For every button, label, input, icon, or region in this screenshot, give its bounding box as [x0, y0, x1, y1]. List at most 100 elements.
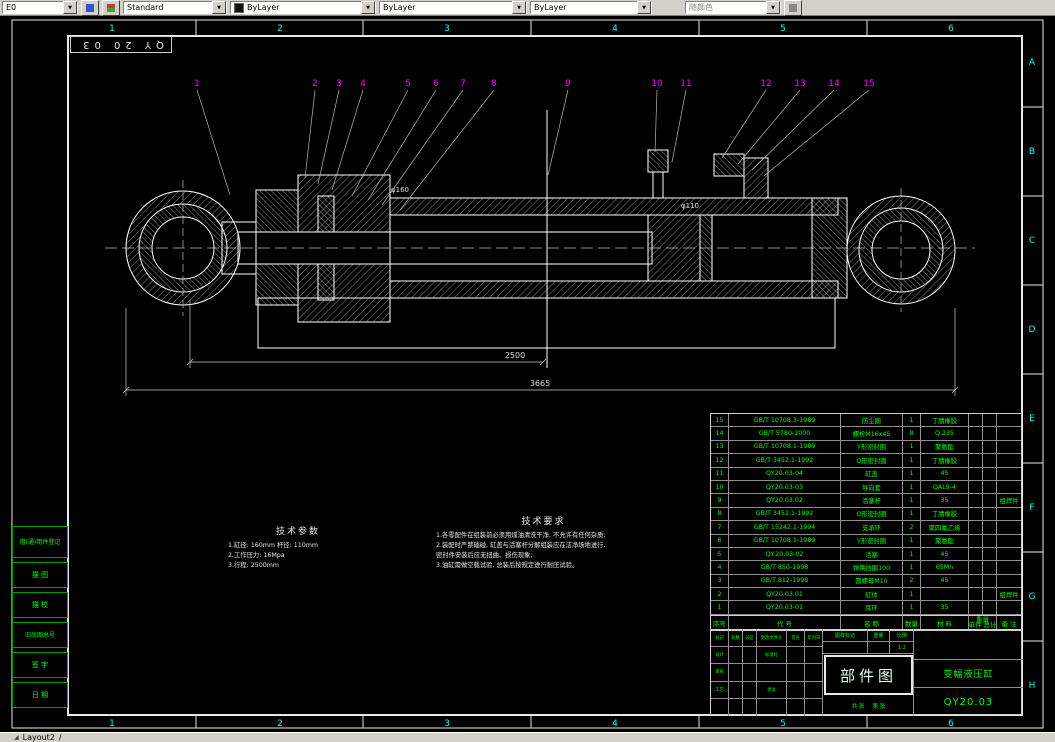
bom-cell: 耳环 — [841, 601, 903, 615]
bom-cell: 弹簧挡圈100 — [841, 561, 903, 575]
bom-header-material: 材 料 — [921, 614, 969, 630]
title-block-sign-area: 标记 处数 分区 更改文件号 签名 年月日 设计 标准化 审核 工艺 批准 — [711, 630, 823, 716]
callout-number[interactable]: 2 — [312, 79, 318, 89]
callout-number[interactable]: 13 — [794, 79, 805, 89]
bom-cell: 4 — [711, 561, 729, 575]
zone-number-top: 3 — [444, 24, 450, 34]
callout-leader — [763, 89, 870, 177]
bom-cell: 14 — [711, 427, 729, 441]
bom-cell — [969, 601, 983, 615]
bom-row: 2 QY20.03.01 缸体 1 组焊件 — [711, 588, 1021, 602]
weight-label: 重量 — [868, 630, 890, 641]
bom-cell: 支承环 — [841, 521, 903, 535]
tech-req-title: 技术要求 — [521, 517, 566, 527]
callout-number[interactable]: 12 — [760, 79, 771, 89]
callout-number[interactable]: 7 — [460, 79, 466, 89]
callout-number[interactable]: 5 — [405, 79, 411, 89]
bom-row: 11 QY20.03-04 缸盖 1 45 — [711, 467, 1021, 481]
bom-cell: Q.235 — [921, 427, 969, 441]
bom-cell — [983, 521, 997, 535]
color-combo[interactable]: ByLayer ▼ — [230, 1, 376, 14]
chevron-down-icon[interactable]: ▼ — [512, 1, 526, 14]
layer-previous-button[interactable] — [102, 0, 120, 16]
zone-letter-right: G — [1029, 592, 1036, 602]
color-combo-value: ByLayer — [247, 3, 280, 12]
zone-letter-right: B — [1029, 147, 1035, 157]
layer-combo[interactable]: E0 ▼ — [2, 1, 78, 14]
callout-number[interactable]: 6 — [433, 79, 439, 89]
callout-number[interactable]: 1 — [194, 79, 200, 89]
bom-row: 14 GB/T 5780-2000 螺栓M16x45 8 Q.235 — [711, 427, 1021, 441]
bom-cell — [983, 601, 997, 615]
bom-cell — [969, 507, 983, 522]
overall-dimension: 3665 — [530, 379, 550, 388]
bom-cell: 防尘圈 — [841, 414, 903, 428]
margin-box-tracing: 描 图 — [12, 562, 68, 588]
callout-number[interactable]: 4 — [360, 79, 366, 89]
zone-number-top: 5 — [780, 24, 786, 34]
zone-number-top: 6 — [948, 24, 954, 34]
callout-leader — [654, 89, 658, 153]
bom-cell — [969, 454, 983, 468]
bom-cell: 1 — [711, 601, 729, 615]
linetype-combo[interactable]: ByLayer ▼ — [379, 1, 527, 14]
layers-icon — [107, 3, 115, 12]
drawing-canvas[interactable]: 123456 123456 ABCDEFGH 2500 3665 φ160 φ1… — [0, 16, 1055, 732]
bom-cell — [969, 547, 983, 562]
callout-leader — [381, 89, 464, 206]
bom-cell: 丁腈橡胶 — [921, 414, 969, 428]
bom-cell: 组焊件 — [997, 588, 1021, 602]
callout-number[interactable]: 9 — [565, 79, 571, 89]
bom-cell: 45 — [921, 574, 969, 589]
bom-cell: QAL9-4 — [921, 480, 969, 495]
plotstyle-combo[interactable]: 随颜色 ▼ — [685, 1, 781, 14]
hydraulic-cylinder-drawing[interactable] — [105, 110, 975, 368]
bom-cell: 15 — [711, 414, 729, 428]
chevron-down-icon[interactable]: ▼ — [361, 1, 375, 14]
callout-number[interactable]: 3 — [336, 79, 342, 89]
chevron-down-icon[interactable]: ▼ — [766, 1, 780, 14]
zone-number-bottom: 5 — [780, 719, 786, 729]
bom-cell: 45 — [921, 467, 969, 481]
bom-cell: 3 — [711, 574, 729, 589]
bom-cell — [983, 494, 997, 508]
callout-number[interactable]: 14 — [828, 79, 840, 89]
callout-number[interactable]: 8 — [491, 79, 497, 89]
bom-cell: 10 — [711, 480, 729, 495]
bom-cell — [983, 507, 997, 522]
bom-cell — [969, 521, 983, 535]
plotstyle-button[interactable] — [784, 0, 802, 16]
bom-row: 6 GB/T 10708.1-1989 Y形密封圈 1 聚氨酯 — [711, 534, 1021, 548]
bom-cell — [969, 414, 983, 428]
tech-params-title: 技术参数 — [275, 527, 320, 537]
tech-params-block: 技术参数 1.缸径: 160mm 杆径: 110mm 2.工作压力: 16Mpa… — [228, 524, 368, 571]
bom-cell: 聚氨酯 — [921, 534, 969, 548]
bom-cell — [997, 481, 1021, 495]
mark-label: 图样标记 — [823, 630, 868, 641]
bom-cell — [997, 521, 1021, 535]
style-combo[interactable]: Standard ▼ — [123, 1, 227, 14]
bom-cell: 8 — [903, 427, 921, 441]
callout-leader — [721, 89, 767, 159]
bom-cell: 35 — [921, 494, 969, 508]
bom-cell: 丁腈橡胶 — [921, 454, 969, 468]
chevron-down-icon[interactable]: ▼ — [63, 1, 77, 14]
callout-number[interactable]: 11 — [680, 79, 691, 89]
bom-header-no: 序号 — [711, 614, 729, 630]
callout-number[interactable]: 10 — [651, 79, 663, 89]
bom-cell: 1 — [903, 507, 921, 522]
bom-cell: 35 — [921, 601, 969, 615]
bom-cell: QY20.03.02 — [729, 494, 841, 508]
chevron-down-icon[interactable]: ▼ — [212, 1, 226, 14]
callout-number[interactable]: 15 — [863, 79, 874, 89]
tab-layout2[interactable]: Layout2 — [23, 733, 55, 742]
bom-cell — [983, 427, 997, 441]
bom-cell — [969, 480, 983, 495]
bom-cell: QY20.03-04 — [729, 467, 841, 481]
chevron-down-icon[interactable]: ▼ — [637, 1, 651, 14]
margin-box-trace-check: 描 校 — [12, 592, 68, 618]
lineweight-combo[interactable]: ByLayer ▼ — [530, 1, 652, 14]
bom-cell: GB/T 812-1998 — [729, 574, 841, 589]
callout-leader — [751, 89, 835, 171]
make-layer-current-button[interactable] — [81, 0, 99, 16]
